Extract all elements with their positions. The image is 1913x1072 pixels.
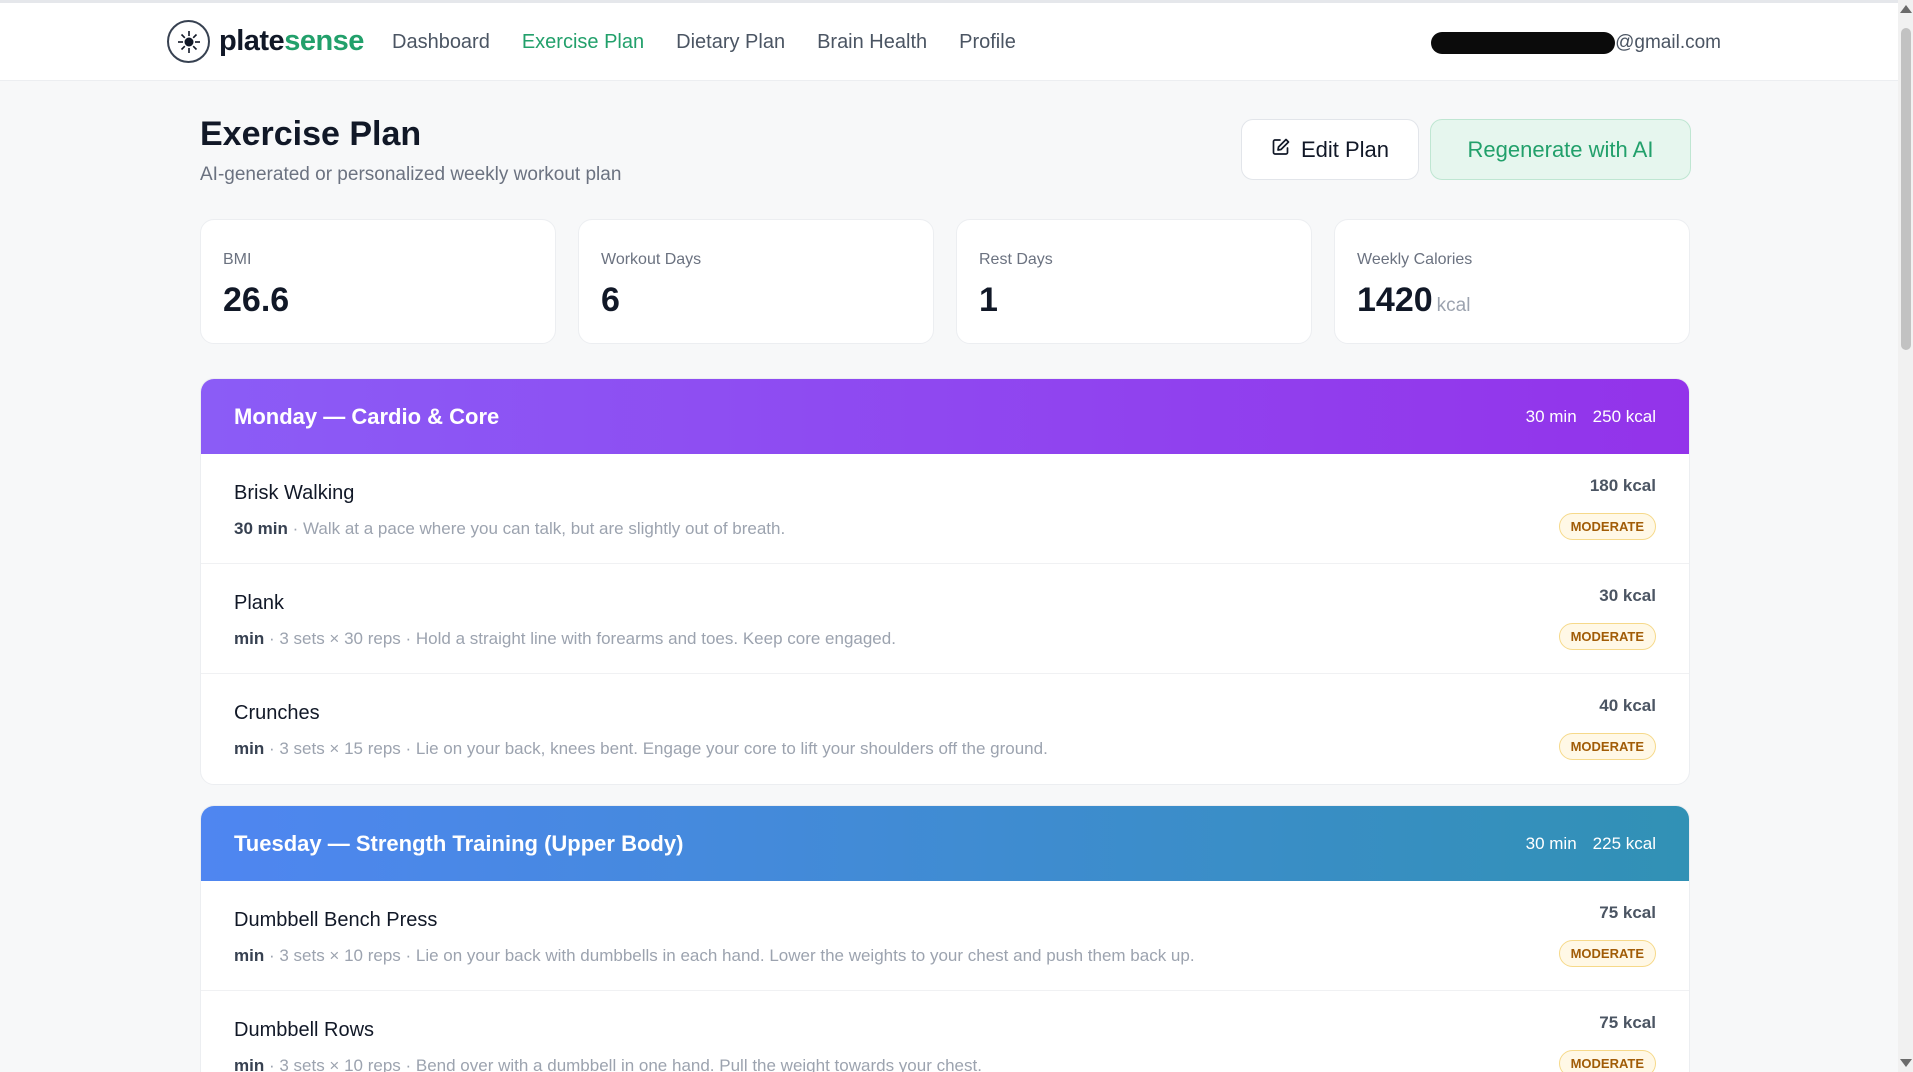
day-meta: 30 min 250 kcal bbox=[1526, 407, 1656, 427]
exercise-name: Plank bbox=[234, 592, 285, 614]
stat-label: Weekly Calories bbox=[1357, 251, 1473, 268]
stat-value: 1420 kcal bbox=[1357, 281, 1667, 320]
scroll-down-arrow-icon[interactable] bbox=[1900, 1059, 1912, 1067]
nav-exercise-plan[interactable]: Exercise Plan bbox=[522, 31, 644, 54]
stat-label: Workout Days bbox=[601, 251, 702, 268]
page-title: Exercise Plan bbox=[200, 115, 422, 153]
edit-icon bbox=[1271, 137, 1291, 163]
day-title: Tuesday — Strength Training (Upper Body) bbox=[234, 830, 684, 856]
stat-card-weekly-calories: Weekly Calories 1420 kcal bbox=[1334, 219, 1690, 344]
edit-plan-label: Edit Plan bbox=[1300, 136, 1390, 162]
day-header[interactable]: Monday — Cardio & Core 30 min 250 kcal bbox=[201, 379, 1689, 454]
page-header: Exercise Plan AI-generated or personaliz… bbox=[200, 115, 621, 186]
email-domain: @gmail.com bbox=[1615, 32, 1721, 53]
nav-links: Dashboard Exercise Plan Dietary Plan Bra… bbox=[392, 31, 1016, 54]
header-actions: Edit Plan Regenerate with AI bbox=[1241, 119, 1691, 180]
exercise-duration: 30 min bbox=[234, 519, 288, 538]
day-kcal: 225 kcal bbox=[1592, 833, 1656, 853]
exercise-row[interactable]: Crunches min · 3 sets × 15 reps · Lie on… bbox=[201, 674, 1689, 784]
scroll-up-arrow-icon[interactable] bbox=[1900, 5, 1912, 13]
day-card-tuesday: Tuesday — Strength Training (Upper Body)… bbox=[200, 805, 1690, 1072]
intensity-badge: MODERATE bbox=[1558, 623, 1656, 650]
exercise-name: Crunches bbox=[234, 702, 320, 724]
exercise-description: · 3 sets × 15 reps · Lie on your back, k… bbox=[264, 739, 1048, 758]
exercise-row[interactable]: Plank min · 3 sets × 30 reps · Hold a st… bbox=[201, 564, 1689, 674]
logo-icon bbox=[167, 20, 210, 63]
stat-label: Rest Days bbox=[979, 251, 1053, 268]
stat-card-rest-days: Rest Days 1 bbox=[956, 219, 1312, 344]
intensity-badge: MODERATE bbox=[1558, 733, 1656, 760]
exercise-duration: min bbox=[234, 946, 265, 965]
exercise-details: min · 3 sets × 30 reps · Hold a straight… bbox=[234, 629, 1656, 649]
stat-value: 26.6 bbox=[223, 281, 290, 319]
stat-number: 1420 bbox=[1357, 281, 1433, 319]
exercise-description: · 3 sets × 30 reps · Hold a straight lin… bbox=[264, 629, 896, 648]
intensity-badge: MODERATE bbox=[1558, 1050, 1656, 1072]
brand-name: platesense bbox=[219, 25, 364, 58]
exercise-details: 30 min · Walk at a pace where you can ta… bbox=[234, 519, 1656, 539]
brand-name-part1: plate bbox=[219, 25, 285, 57]
nav-brain-health[interactable]: Brain Health bbox=[817, 31, 927, 54]
scroll-thumb[interactable] bbox=[1901, 28, 1911, 350]
stat-label: BMI bbox=[223, 251, 252, 268]
exercise-description: · 3 sets × 10 reps · Bend over with a du… bbox=[264, 1056, 982, 1072]
navbar: platesense Dashboard Exercise Plan Dieta… bbox=[0, 3, 1898, 81]
intensity-badge: MODERATE bbox=[1558, 940, 1656, 967]
edit-plan-button[interactable]: Edit Plan bbox=[1241, 119, 1419, 180]
nav-profile[interactable]: Profile bbox=[959, 31, 1016, 54]
scrollbar[interactable] bbox=[1898, 0, 1913, 1072]
exercise-kcal: 75 kcal bbox=[1599, 1013, 1656, 1032]
exercise-kcal: 30 kcal bbox=[1599, 586, 1656, 605]
day-card-monday: Monday — Cardio & Core 30 min 250 kcal B… bbox=[200, 378, 1690, 785]
page-subtitle: AI-generated or personalized weekly work… bbox=[200, 164, 622, 185]
exercise-row[interactable]: Dumbbell Rows min · 3 sets × 10 reps · B… bbox=[201, 991, 1689, 1072]
day-duration: 30 min bbox=[1525, 833, 1577, 853]
exercise-details: min · 3 sets × 10 reps · Bend over with … bbox=[234, 1056, 1656, 1072]
exercise-name: Brisk Walking bbox=[234, 482, 355, 504]
nav-dashboard[interactable]: Dashboard bbox=[392, 31, 490, 54]
day-title: Monday — Cardio & Core bbox=[234, 403, 500, 429]
exercise-duration: min bbox=[234, 629, 265, 648]
exercise-row[interactable]: Brisk Walking 30 min · Walk at a pace wh… bbox=[201, 454, 1689, 564]
redacted-email-name bbox=[1431, 32, 1616, 54]
exercise-kcal: 75 kcal bbox=[1599, 903, 1656, 922]
day-kcal: 250 kcal bbox=[1592, 406, 1656, 426]
exercise-kcal: 40 kcal bbox=[1599, 696, 1656, 715]
exercise-description: · 3 sets × 10 reps · Lie on your back wi… bbox=[264, 946, 1195, 965]
exercise-duration: min bbox=[234, 1056, 265, 1072]
stat-value: 1 bbox=[979, 281, 998, 319]
exercise-row[interactable]: Dumbbell Bench Press min · 3 sets × 10 r… bbox=[201, 881, 1689, 991]
day-header[interactable]: Tuesday — Strength Training (Upper Body)… bbox=[201, 806, 1689, 881]
exercise-name: Dumbbell Rows bbox=[234, 1019, 375, 1041]
stat-card-bmi: BMI 26.6 bbox=[200, 219, 556, 344]
exercise-description: · Walk at a pace where you can talk, but… bbox=[287, 519, 786, 538]
exercise-duration: min bbox=[234, 739, 265, 758]
user-email[interactable]: @gmail.com bbox=[1431, 32, 1721, 54]
regenerate-ai-button[interactable]: Regenerate with AI bbox=[1430, 119, 1691, 180]
intensity-badge: MODERATE bbox=[1558, 513, 1656, 540]
exercise-details: min · 3 sets × 10 reps · Lie on your bac… bbox=[234, 946, 1656, 966]
stat-value: 6 bbox=[601, 281, 620, 319]
exercise-details: min · 3 sets × 15 reps · Lie on your bac… bbox=[234, 739, 1656, 759]
stat-card-workout-days: Workout Days 6 bbox=[578, 219, 934, 344]
stat-unit: kcal bbox=[1436, 295, 1471, 316]
day-duration: 30 min bbox=[1525, 406, 1577, 426]
exercise-name: Dumbbell Bench Press bbox=[234, 909, 438, 931]
day-meta: 30 min 225 kcal bbox=[1526, 834, 1656, 854]
stats-row: BMI 26.6 Workout Days 6 Rest Days 1 Week… bbox=[200, 219, 1690, 344]
brand-logo[interactable]: platesense bbox=[167, 20, 364, 63]
exercise-kcal: 180 kcal bbox=[1589, 476, 1656, 495]
brand-name-part2: sense bbox=[284, 25, 364, 57]
nav-dietary-plan[interactable]: Dietary Plan bbox=[676, 31, 785, 54]
